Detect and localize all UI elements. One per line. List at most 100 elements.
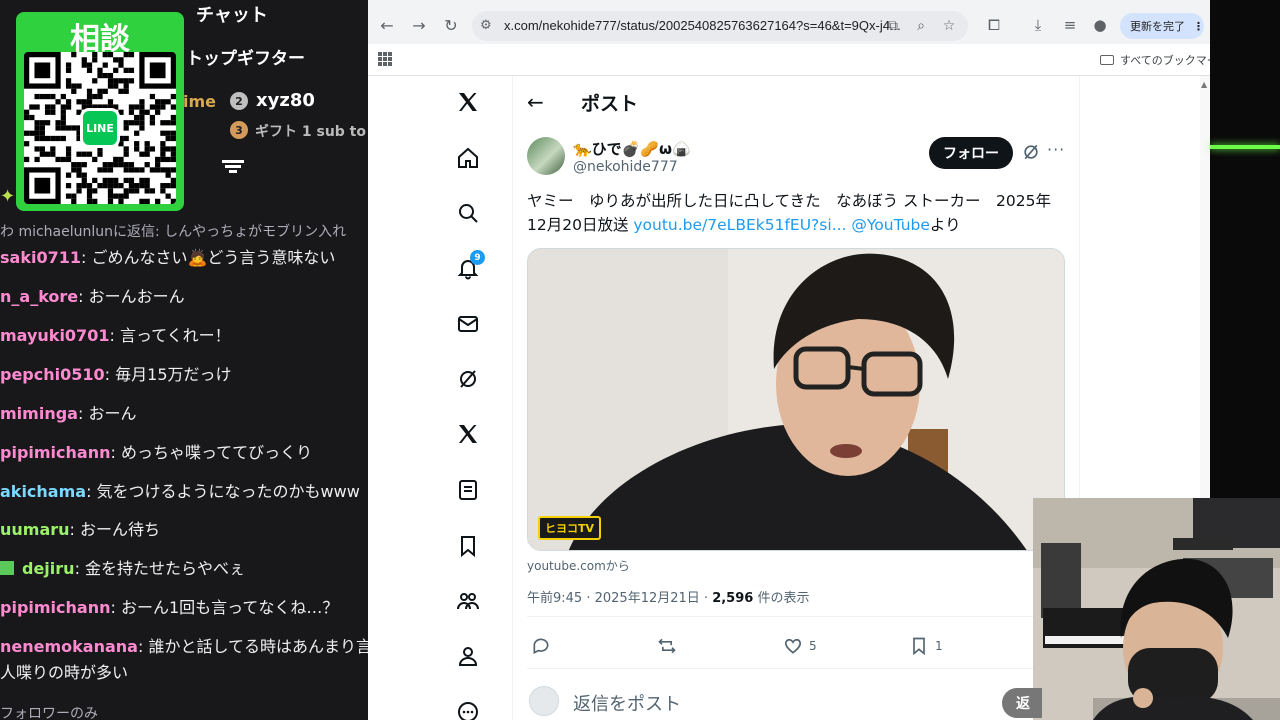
- chat-username[interactable]: pipimichann: [0, 443, 110, 462]
- author-avatar[interactable]: [527, 137, 565, 175]
- all-bookmarks-label: すべてのブックマーク: [1120, 54, 1210, 67]
- chat-text: おーん待ち: [80, 520, 161, 539]
- communities-icon[interactable]: [448, 581, 488, 621]
- post-mention[interactable]: @YouTube: [851, 216, 930, 234]
- zoom-icon[interactable]: ⌕: [912, 17, 930, 35]
- sparkle-icon: ✦: [0, 186, 16, 207]
- premium-x-icon[interactable]: [448, 414, 488, 454]
- chat-text: 言ってくれー！: [119, 326, 231, 345]
- chat-username[interactable]: akichama: [0, 482, 86, 501]
- line-consult-qr-card: 相談 LINE: [16, 12, 184, 211]
- card-source[interactable]: youtube.comから: [527, 557, 630, 574]
- author-handle[interactable]: @nekohide777: [573, 159, 678, 175]
- address-bar[interactable]: ⚙ x.com/nekohide777/status/2002540825763…: [472, 11, 968, 41]
- reply-context: わ michaelunlunに返信: しんやっちょがモブリン入れ: [0, 224, 347, 240]
- update-button[interactable]: 更新を完了 ⋮: [1120, 13, 1204, 39]
- post-date[interactable]: 2025年12月21日: [595, 591, 700, 606]
- chat-message: mayuki0701: 言ってくれー！: [0, 326, 231, 345]
- reload-icon[interactable]: ↻: [440, 14, 462, 36]
- x-sidebar-nav: 9: [448, 76, 512, 720]
- bookmark-count: 1: [935, 639, 943, 653]
- grok-icon[interactable]: [1021, 142, 1041, 162]
- apps-grid-icon[interactable]: [378, 52, 392, 66]
- rank-2-name[interactable]: xyz80: [256, 90, 315, 111]
- download-icon[interactable]: ⤓: [1028, 15, 1048, 35]
- subscriber-badge-icon: [0, 561, 14, 575]
- chat-text: おーん1回も言ってなくね…？: [120, 598, 339, 617]
- chat-username[interactable]: dejiru: [22, 559, 75, 578]
- follow-button[interactable]: フォロー: [929, 137, 1013, 169]
- line-logo-icon: LINE: [80, 108, 120, 148]
- screen: チャット トップギフター ime 2 xyz80 3 ギフト 1 sub to …: [0, 0, 1280, 720]
- profile-avatar-icon[interactable]: ●: [1090, 15, 1110, 35]
- media-queue-icon[interactable]: ≡: [1060, 15, 1080, 35]
- chat-message: pipimichann: おーん1回も言ってなくね…？: [0, 598, 339, 617]
- repost-icon: [658, 638, 676, 654]
- chat-username[interactable]: saki0711: [0, 248, 81, 267]
- back-arrow-icon[interactable]: ←: [527, 90, 544, 114]
- webcam-feed: [1033, 498, 1280, 720]
- lists-icon[interactable]: [448, 470, 488, 510]
- chat-text: 気をつけるようになったのかもwww: [96, 482, 360, 501]
- menu-kebab-icon: ⋮: [1193, 19, 1204, 33]
- site-info-icon[interactable]: ⚙: [480, 18, 496, 34]
- chat-message: dejiru: 金を持たせたらやべぇ: [0, 555, 245, 579]
- video-card[interactable]: ヒヨコTV: [527, 248, 1065, 551]
- home-icon[interactable]: [448, 138, 488, 178]
- neon-light-strip: [1210, 145, 1280, 149]
- chat-message: pipimichann: めっちゃ喋っててびっくり: [0, 443, 313, 462]
- bookmarks-bar: すべてのブックマーク: [368, 44, 1210, 76]
- forward-icon[interactable]: →: [408, 14, 430, 36]
- chat-text: おーんおーん: [88, 287, 185, 306]
- chat-username[interactable]: pepchi0510: [0, 365, 105, 384]
- chat-message: saki0711: ごめんなさい🙇どう言う意味ない: [0, 248, 336, 267]
- chat-message-continuation: 人喋りの時が多い: [0, 663, 129, 682]
- like-action[interactable]: 5: [783, 636, 817, 656]
- chat-title: チャット: [196, 5, 268, 26]
- scroll-up-icon[interactable]: ▲: [1201, 80, 1207, 89]
- profile-icon[interactable]: [448, 636, 488, 676]
- bookmark-action[interactable]: 1: [909, 636, 943, 656]
- qr-code: LINE: [24, 52, 176, 204]
- x-logo-icon[interactable]: [448, 82, 488, 122]
- post-detail-column: ← ポスト 🐆ひで💣🥜ω🍙 @nekohide777 フォロー ··· ヤミー …: [512, 76, 1080, 720]
- install-app-icon[interactable]: ⧉: [884, 17, 902, 35]
- reply-button-fragment[interactable]: 返: [1002, 688, 1042, 718]
- post-link[interactable]: youtu.be/7eLBEk51fEU?si...: [633, 216, 846, 234]
- reply-action[interactable]: [531, 636, 557, 656]
- heart-icon: [784, 638, 802, 654]
- chat-username[interactable]: mayuki0701: [0, 326, 109, 345]
- views-count: 2,596: [712, 591, 754, 606]
- search-icon[interactable]: [448, 193, 488, 233]
- extensions-icon[interactable]: ⧠: [984, 15, 1004, 35]
- chat-message: n_a_kore: おーんおーん: [0, 287, 185, 306]
- post-time[interactable]: 午前9:45: [527, 591, 582, 606]
- url-text[interactable]: x.com/nekohide777/status/200254082576362…: [504, 18, 901, 33]
- grok-icon[interactable]: [448, 359, 488, 399]
- chat-username[interactable]: uumaru: [0, 520, 70, 539]
- chat-username[interactable]: nenemokanana: [0, 637, 138, 656]
- chat-username[interactable]: miminga: [0, 404, 78, 423]
- all-bookmarks-button[interactable]: すべてのブックマーク: [1100, 52, 1210, 68]
- like-count: 5: [809, 639, 817, 653]
- back-icon[interactable]: ←: [376, 14, 398, 36]
- collapse-icon[interactable]: [222, 158, 244, 176]
- repost-action[interactable]: [657, 636, 683, 656]
- author-display-name[interactable]: 🐆ひで💣🥜ω🍙: [573, 138, 691, 159]
- chat-text: 誰かと話してる時はあんまり言わ: [148, 637, 368, 656]
- bookmarks-icon[interactable]: [448, 526, 488, 566]
- messages-icon[interactable]: [448, 304, 488, 344]
- bookmark-star-icon[interactable]: ☆: [940, 17, 958, 35]
- reply-placeholder[interactable]: 返信をポスト: [573, 690, 681, 716]
- reply-composer[interactable]: 返信をポスト: [527, 682, 1067, 720]
- chat-username[interactable]: pipimichann: [0, 598, 110, 617]
- more-options-icon[interactable]: [448, 692, 488, 720]
- notifications-icon[interactable]: 9: [448, 248, 488, 288]
- chat-username[interactable]: n_a_kore: [0, 287, 78, 306]
- gifter-time-fragment: ime: [183, 92, 217, 111]
- post-more-icon[interactable]: ···: [1047, 140, 1065, 159]
- video-thumbnail: [528, 249, 1064, 550]
- stream-chat-panel: チャット トップギフター ime 2 xyz80 3 ギフト 1 sub to …: [0, 0, 368, 720]
- rank-3-badge: 3: [230, 121, 248, 139]
- chat-text: めっちゃ喋っててびっくり: [120, 443, 313, 462]
